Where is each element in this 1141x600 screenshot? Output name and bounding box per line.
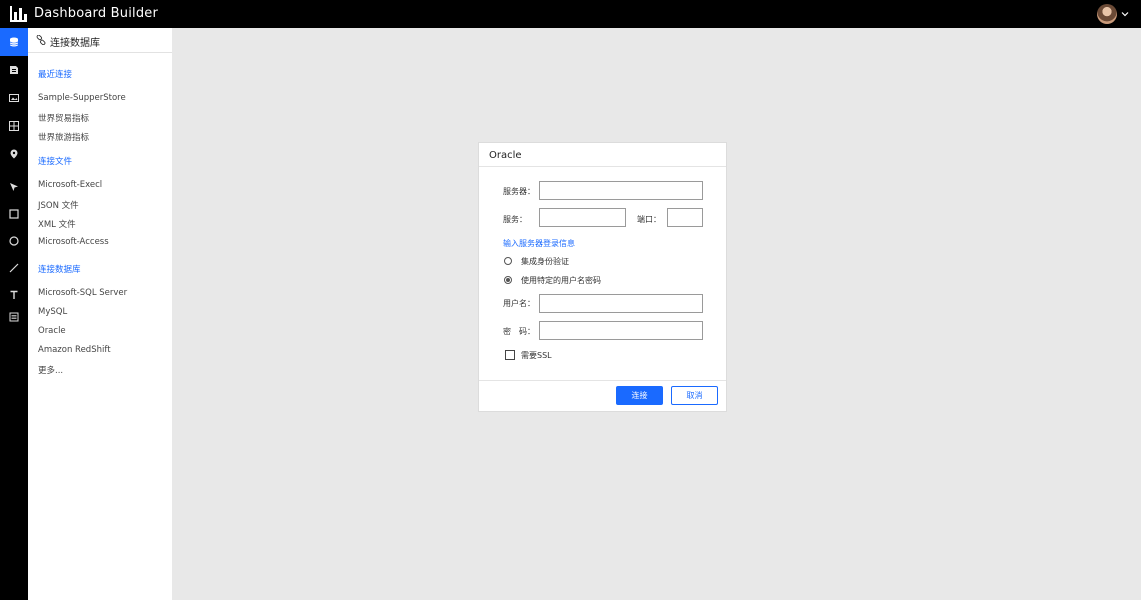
rail-database-button[interactable]: [0, 28, 28, 56]
file-item-xml[interactable]: XML 文件: [38, 218, 76, 230]
app-title: Dashboard Builder: [34, 6, 159, 21]
file-item-json[interactable]: JSON 文件: [38, 199, 79, 211]
cancel-button[interactable]: 取消: [671, 386, 718, 405]
map-pin-icon: [10, 149, 18, 159]
rail-file-button[interactable]: [0, 56, 28, 84]
recent-item-world-trade[interactable]: 世界贸易指标: [38, 112, 89, 124]
recent-item-sample-superstore[interactable]: Sample-SupperStore: [38, 93, 126, 103]
integrated-auth-radio[interactable]: [504, 257, 512, 265]
server-label: 服务器：: [503, 187, 535, 196]
db-item-redshift[interactable]: Amazon RedShift: [38, 345, 111, 355]
db-item-mysql[interactable]: MySQL: [38, 307, 67, 317]
data-source-panel: 连接数据库 最近连接 Sample-SupperStore 世界贸易指标 世界旅…: [28, 28, 172, 600]
specific-credentials-radio[interactable]: [504, 276, 512, 284]
rail-cursor-button[interactable]: [0, 173, 28, 201]
rail-list-button[interactable]: [0, 303, 28, 331]
cursor-icon: [10, 183, 18, 191]
square-icon: [9, 209, 19, 219]
file-item-excel[interactable]: Microsoft-Execl: [38, 180, 102, 190]
panel-header: 连接数据库: [28, 28, 172, 53]
recent-item-world-tourism[interactable]: 世界旅游指标: [38, 131, 89, 143]
specific-credentials-label[interactable]: 使用特定的用户名密码: [521, 275, 601, 286]
port-input[interactable]: [667, 208, 703, 227]
line-icon: [9, 263, 19, 273]
connect-button[interactable]: 连接: [616, 386, 663, 405]
section-title-files: 连接文件: [38, 157, 73, 167]
service-label: 服务：: [503, 215, 527, 224]
rail-map-button[interactable]: [0, 140, 28, 168]
image-icon: [9, 94, 19, 102]
ssl-checkbox[interactable]: [505, 350, 515, 360]
circle-icon: [9, 236, 19, 246]
server-input[interactable]: [539, 181, 703, 200]
section-title-databases: 连接数据库: [38, 265, 81, 275]
bar-chart-logo-icon: [10, 6, 27, 22]
user-avatar[interactable]: [1097, 4, 1117, 24]
dialog-footer-divider: [479, 380, 726, 381]
link-icon: [36, 35, 46, 45]
db-item-oracle[interactable]: Oracle: [38, 326, 66, 336]
service-input[interactable]: [539, 208, 626, 227]
password-label: 密 码：: [503, 327, 535, 336]
chevron-down-icon[interactable]: [1120, 9, 1130, 19]
rail-rectangle-button[interactable]: [0, 200, 28, 228]
password-input[interactable]: [539, 321, 703, 340]
dialog-title: Oracle: [489, 150, 522, 161]
rail-circle-button[interactable]: [0, 227, 28, 255]
file-icon: [10, 66, 18, 74]
oracle-connection-dialog: Oracle 服务器： 服务： 端口： 输入服务器登录信息 集成身份验证 使用特…: [478, 142, 727, 412]
file-item-access[interactable]: Microsoft-Access: [38, 237, 109, 247]
port-label: 端口：: [637, 215, 661, 224]
username-label: 用户名：: [503, 299, 535, 308]
login-info-heading: 输入服务器登录信息: [503, 239, 575, 248]
panel-title: 连接数据库: [50, 38, 100, 49]
table-icon: [9, 121, 19, 131]
username-input[interactable]: [539, 294, 703, 313]
rail-table-button[interactable]: [0, 112, 28, 140]
rail-line-button[interactable]: [0, 254, 28, 282]
top-bar: Dashboard Builder: [0, 0, 1141, 28]
db-item-sql-server[interactable]: Microsoft-SQL Server: [38, 288, 127, 298]
tool-rail: [0, 28, 28, 600]
ssl-label[interactable]: 需要SSL: [521, 350, 552, 361]
dialog-title-divider: [479, 166, 726, 167]
db-item-more[interactable]: 更多...: [38, 364, 63, 376]
rail-image-button[interactable]: [0, 84, 28, 112]
list-icon: [9, 312, 19, 322]
database-icon: [9, 37, 19, 47]
text-icon: [10, 290, 18, 299]
integrated-auth-label[interactable]: 集成身份验证: [521, 256, 569, 267]
section-title-recent: 最近连接: [38, 70, 73, 80]
